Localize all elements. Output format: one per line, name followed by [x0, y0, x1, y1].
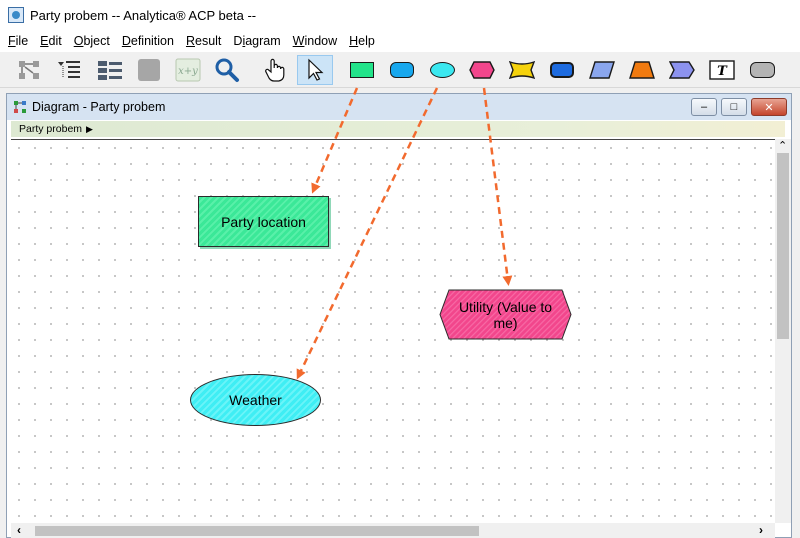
function-node-icon [629, 61, 655, 79]
horizontal-scroll-thumb[interactable] [35, 526, 479, 536]
breadcrumb-arrow-icon[interactable]: ▶ [86, 124, 93, 135]
function-node-tool[interactable] [624, 55, 660, 85]
breadcrumb: Party probem ▶ [11, 121, 785, 137]
browse-hand-button[interactable] [260, 55, 290, 85]
scroll-left-icon[interactable]: ‹ [17, 523, 21, 537]
text-node-icon: T [709, 60, 735, 80]
svg-text:T: T [717, 64, 728, 79]
alias-node-icon [669, 61, 695, 79]
menu-object[interactable]: Object [68, 34, 116, 48]
node-label: Party location [221, 213, 306, 230]
analytica-app: Party probem -- Analytica® ACP beta -- F… [0, 0, 800, 538]
svg-text:x+y: x+y [178, 66, 198, 77]
edit-formula-button[interactable]: x+y [172, 55, 204, 85]
menu-window[interactable]: Window [287, 34, 343, 48]
constant-node-tool[interactable] [584, 55, 620, 85]
index-node-icon [509, 61, 535, 79]
hand-pointer-icon [265, 58, 285, 82]
menu-diagram[interactable]: Diagram [227, 34, 286, 48]
chance-node-tool[interactable] [424, 55, 460, 85]
maximize-icon: □ [730, 101, 738, 113]
general-variable-node-tool[interactable] [384, 55, 420, 85]
toolbar: x+y T [0, 52, 800, 88]
diagram-title: Diagram - Party probem [32, 100, 166, 114]
alias-node-tool[interactable] [664, 55, 700, 85]
diagram-title-bar[interactable]: Diagram - Party probem – □ ✕ [7, 94, 791, 120]
module-node-icon [550, 62, 574, 78]
scroll-right-icon[interactable]: › [759, 523, 763, 537]
title-bar[interactable]: Party probem -- Analytica® ACP beta -- [0, 0, 800, 30]
objective-node-tool[interactable] [464, 55, 500, 85]
outline-view-button[interactable] [54, 55, 86, 85]
menu-definition[interactable]: Definition [116, 34, 180, 48]
outline-view-icon [58, 61, 80, 78]
formula-icon: x+y [175, 58, 201, 82]
attribute-panel-icon [98, 61, 122, 80]
button-node-icon [749, 62, 775, 78]
text-node-tool[interactable]: T [704, 55, 740, 85]
menu-help[interactable]: Help [343, 34, 381, 48]
scroll-up-icon[interactable]: ⌃ [778, 139, 787, 152]
chance-node-icon [429, 62, 455, 78]
diagram-view-icon [19, 61, 39, 79]
horizontal-scrollbar[interactable]: ‹ › [11, 523, 775, 538]
edit-arrow-button[interactable] [297, 55, 333, 85]
menu-file[interactable]: File [2, 34, 34, 48]
diagram-view-button[interactable] [14, 55, 44, 85]
window-title: Party probem -- Analytica® ACP beta -- [30, 7, 257, 23]
maximize-button[interactable]: □ [721, 98, 747, 116]
analytica-app-icon[interactable] [8, 7, 24, 23]
node-label: Utility (Value to me) [458, 298, 553, 331]
close-icon: ✕ [764, 101, 774, 114]
button-node-tool[interactable] [744, 55, 780, 85]
variable-node-icon [390, 62, 414, 78]
arrow-cursor-icon [308, 58, 324, 81]
index-node-tool[interactable] [504, 55, 540, 85]
decision-node-party-location[interactable]: Party location [198, 196, 329, 247]
vertical-scroll-thumb[interactable] [777, 153, 789, 339]
minimize-icon: – [700, 101, 708, 113]
chance-node-weather[interactable]: Weather [190, 374, 321, 426]
objective-node-utility[interactable]: Utility (Value to me) [439, 289, 572, 340]
module-node-tool[interactable] [544, 55, 580, 85]
find-button[interactable] [212, 55, 242, 85]
minimize-button[interactable]: – [691, 98, 717, 116]
close-button[interactable]: ✕ [751, 98, 787, 116]
diagram-icon [13, 100, 27, 114]
object-window-icon [138, 59, 160, 81]
diagram-window: Diagram - Party probem – □ ✕ Party probe… [6, 93, 792, 538]
attribute-panel-button[interactable] [94, 55, 126, 85]
menu-result[interactable]: Result [180, 34, 227, 48]
object-window-button[interactable] [134, 55, 164, 85]
menu-bar: File Edit Object Definition Result Diagr… [0, 30, 800, 52]
breadcrumb-item[interactable]: Party probem [19, 123, 82, 135]
objective-node-icon [469, 61, 495, 79]
menu-edit[interactable]: Edit [34, 34, 68, 48]
decision-node-icon [350, 62, 374, 78]
node-label: Weather [229, 392, 282, 408]
decision-node-tool[interactable] [344, 55, 380, 85]
diagram-canvas[interactable]: Party location Utility (Value to me) Wea… [11, 139, 775, 523]
constant-node-icon [589, 61, 615, 79]
magnifier-icon [215, 58, 239, 82]
vertical-scrollbar[interactable]: ⌃ [775, 139, 791, 523]
